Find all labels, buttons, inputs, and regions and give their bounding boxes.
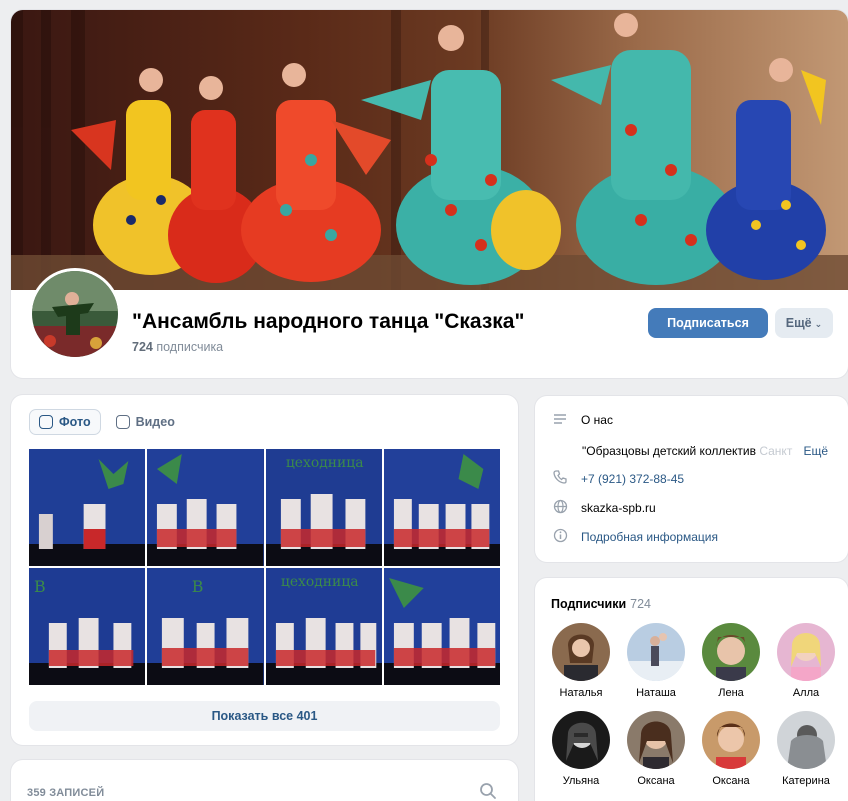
cover-image — [11, 10, 848, 290]
tab-photo-label: Фото — [59, 415, 91, 429]
photo-thumbnail[interactable] — [383, 449, 500, 566]
svg-text:цеходница: цеходница — [285, 455, 363, 471]
info-icon — [551, 528, 569, 546]
tab-photo[interactable]: Фото — [29, 409, 101, 435]
subscriber-item[interactable]: Лена — [696, 623, 766, 699]
avatar — [702, 623, 760, 681]
details-link: Подробная информация — [581, 530, 718, 544]
about-row[interactable]: О нас — [551, 412, 613, 428]
subscriber-item[interactable]: Катерина — [771, 711, 841, 787]
subscribers-title-count: 724 — [630, 597, 651, 611]
more-button[interactable]: Ещё ⌄ — [775, 308, 833, 338]
subscribers-word: подписчика — [156, 340, 224, 354]
subscribers-title-label: Подписчики — [551, 597, 627, 611]
subscriber-name: Лена — [718, 687, 744, 699]
subscriber-name: Оксана — [712, 775, 750, 787]
subscriber-name: Наташа — [636, 687, 676, 699]
photo-thumbnail[interactable]: цеходница — [265, 568, 382, 685]
website-link: skazka-spb.ru — [581, 501, 656, 515]
details-row[interactable]: Подробная информация — [551, 528, 718, 546]
subscriber-name: Оксана — [637, 775, 675, 787]
description-visible: "Образцовы детский коллектив — [582, 444, 760, 458]
show-all-photos-button[interactable]: Показать все 401 — [29, 701, 500, 731]
photo-icon — [39, 415, 53, 429]
avatar — [552, 623, 610, 681]
avatar — [702, 711, 760, 769]
avatar — [627, 623, 685, 681]
subscribers-block: Подписчики 724 Наталья Наташа Лена Алла У… — [535, 578, 848, 801]
website-row[interactable]: skazka-spb.ru — [551, 499, 656, 517]
subscriber-item[interactable]: Наталья — [546, 623, 616, 699]
avatar — [627, 711, 685, 769]
posts-block: 359 ЗАПИСЕЙ — [11, 760, 518, 801]
about-label: О нас — [581, 413, 613, 427]
media-block: Фото Видео цеходница В В цеходница Показ… — [11, 395, 518, 745]
phone-link: +7 (921) 372-88-45 — [581, 471, 685, 486]
subscribers-number: 724 — [132, 340, 153, 354]
svg-text:В: В — [34, 577, 46, 596]
subscriber-item[interactable]: Оксана — [696, 711, 766, 787]
phone-row[interactable]: +7 (921) 372-88-45 — [551, 470, 684, 487]
community-avatar[interactable] — [29, 268, 121, 360]
subscriber-item[interactable]: Алла — [771, 623, 841, 699]
community-header: "Ансамбль народного танца "Сказка" 724 п… — [11, 10, 848, 378]
description-text: "Образцовы детский коллектив Санкт Ещё — [582, 444, 828, 458]
subscriber-item[interactable]: Оксана — [621, 711, 691, 787]
photo-thumbnail[interactable] — [29, 449, 146, 566]
photo-thumbnail[interactable]: В — [29, 568, 146, 685]
svg-text:В: В — [192, 577, 204, 596]
subscriber-name: Алла — [792, 687, 820, 699]
subscribers-title[interactable]: Подписчики 724 — [551, 597, 651, 611]
subscriber-item[interactable]: Наташа — [621, 623, 691, 699]
globe-icon — [551, 499, 569, 517]
svg-text:цеходница: цеходница — [280, 574, 358, 590]
photo-thumbnail[interactable] — [147, 449, 264, 566]
photo-thumbnail[interactable]: В — [147, 568, 264, 685]
photo-grid: цеходница В В цеходница — [29, 449, 500, 685]
photo-thumbnail[interactable]: цеходница — [265, 449, 382, 566]
avatar — [777, 711, 835, 769]
info-block: О нас "Образцовы детский коллектив Санкт… — [535, 396, 848, 562]
chevron-down-icon: ⌄ — [814, 319, 823, 329]
media-tabs: Фото Видео — [29, 409, 184, 435]
search-icon[interactable] — [479, 782, 497, 801]
video-icon — [115, 415, 130, 429]
description-faded: Санкт — [759, 444, 793, 458]
photo-thumbnail[interactable] — [383, 568, 500, 685]
posts-count: 359 ЗАПИСЕЙ — [27, 787, 105, 799]
subscriber-name: Катерина — [782, 775, 830, 787]
subscribe-button[interactable]: Подписаться — [648, 308, 768, 338]
lines-icon — [551, 412, 569, 428]
description-more-link[interactable]: Ещё — [799, 444, 828, 458]
avatar — [552, 711, 610, 769]
more-label: Ещё — [785, 316, 812, 330]
page-title: "Ансамбль народного танца "Сказка" — [132, 310, 525, 333]
subscriber-name: Наталья — [559, 687, 603, 699]
avatar — [777, 623, 835, 681]
tab-video-label: Видео — [135, 415, 175, 429]
subscriber-name: Ульяна — [562, 775, 600, 787]
tab-video[interactable]: Видео — [107, 409, 184, 435]
subscribers-count[interactable]: 724 подписчика — [132, 340, 223, 354]
subscriber-item[interactable]: Ульяна — [546, 711, 616, 787]
phone-icon — [551, 470, 569, 487]
